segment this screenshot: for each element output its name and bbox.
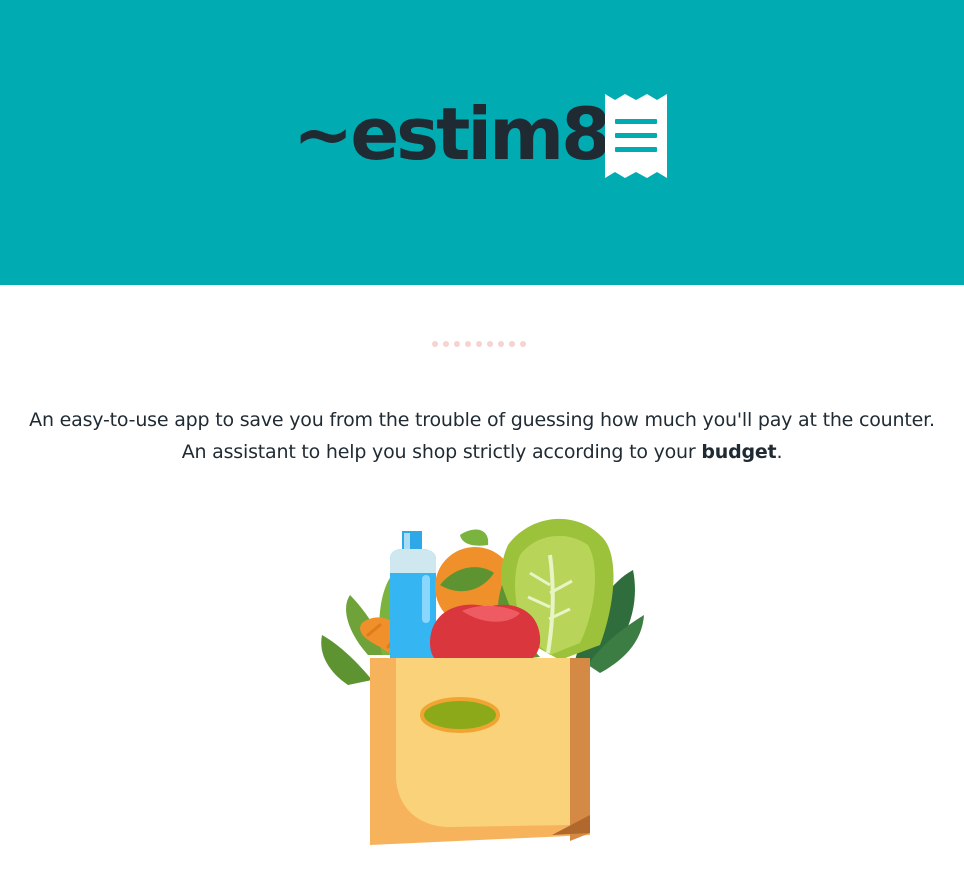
divider-dot bbox=[476, 341, 482, 347]
hero-banner: ~estim8 bbox=[0, 0, 964, 285]
intro-line-2-suffix: . bbox=[776, 441, 783, 463]
divider-dot bbox=[465, 341, 471, 347]
divider-dot bbox=[520, 341, 526, 347]
divider-dot bbox=[443, 341, 449, 347]
divider-dot bbox=[432, 341, 438, 347]
divider-dot bbox=[454, 341, 460, 347]
divider-dot bbox=[487, 341, 493, 347]
intro-line-2-prefix: An assistant to help you shop strictly a… bbox=[181, 441, 702, 463]
brand-logo[interactable]: ~estim8 bbox=[293, 92, 667, 186]
intro-line-2: An assistant to help you shop strictly a… bbox=[0, 436, 964, 468]
intro-text: An easy-to-use app to save you from the … bbox=[0, 404, 964, 468]
dotted-divider bbox=[432, 341, 526, 347]
grocery-bag-icon bbox=[321, 518, 644, 845]
logo-text: ~estim8 bbox=[293, 92, 611, 176]
budget-emphasis: budget bbox=[701, 441, 777, 463]
divider-dot bbox=[498, 341, 504, 347]
divider-dot bbox=[509, 341, 515, 347]
intro-line-1: An easy-to-use app to save you from the … bbox=[29, 409, 935, 431]
receipt-icon bbox=[605, 94, 667, 178]
grocery-bag-illustration bbox=[310, 515, 650, 859]
